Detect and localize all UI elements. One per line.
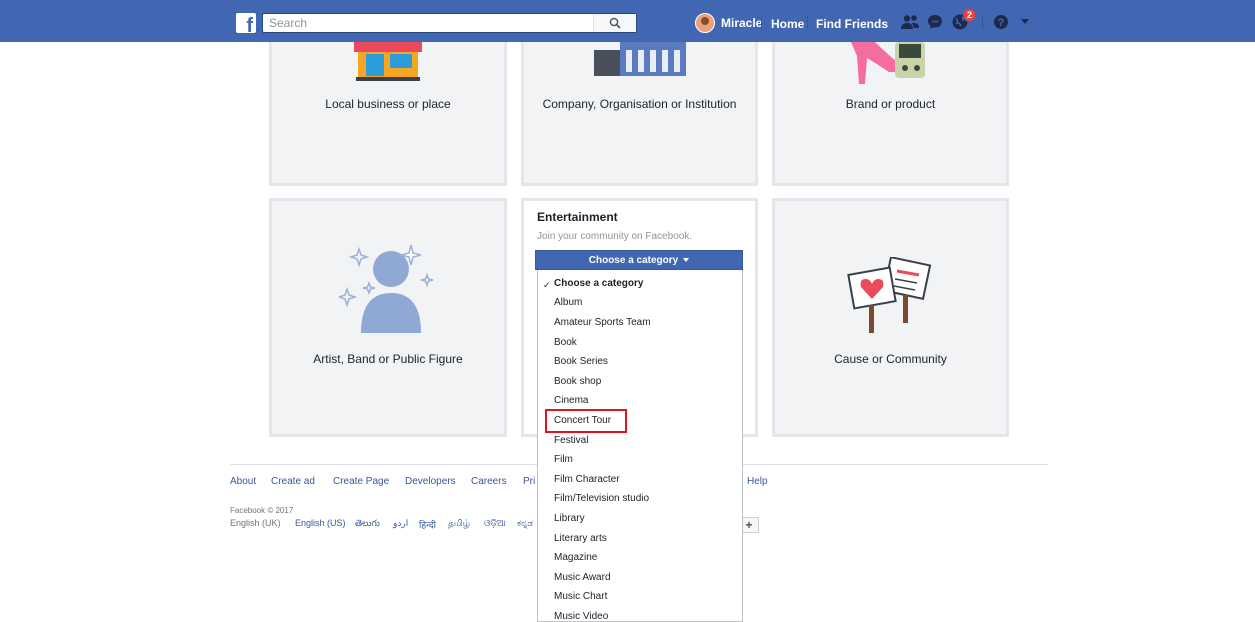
avatar xyxy=(695,13,715,33)
dropdown-option[interactable]: Choose a category xyxy=(554,277,643,291)
dropdown-option[interactable]: Music Award xyxy=(554,571,611,585)
nav-divider xyxy=(982,15,983,29)
caret-down-icon xyxy=(1021,19,1029,24)
profile-link[interactable]: Miracle xyxy=(695,11,762,35)
friends-icon xyxy=(901,15,919,29)
highlight-annotation xyxy=(545,409,627,433)
choose-category-button[interactable]: Choose a category xyxy=(535,250,743,270)
dropdown-option[interactable]: Festival xyxy=(554,434,588,448)
dropdown-option[interactable]: Book shop xyxy=(554,375,601,389)
language-link[interactable]: ଓଡ଼ିଆ xyxy=(484,518,506,529)
footer-link-developers[interactable]: Developers xyxy=(405,476,456,487)
card-label: Artist, Band or Public Figure xyxy=(313,352,463,366)
card-local-business[interactable]: Local business or place xyxy=(269,42,507,186)
dropdown-option[interactable]: Library xyxy=(554,512,585,526)
search-icon xyxy=(609,17,621,29)
dropdown-option[interactable]: Film Character xyxy=(554,473,620,487)
footer-copyright: Facebook © 2017 xyxy=(230,506,294,515)
footer-link-careers[interactable]: Careers xyxy=(471,476,507,487)
dropdown-option[interactable]: Book xyxy=(554,336,577,350)
language-link[interactable]: ಕನ್ನಡ xyxy=(517,518,533,529)
entertainment-subtitle: Join your community on Facebook. xyxy=(537,231,693,242)
dropdown-option[interactable]: Amateur Sports Team xyxy=(554,316,651,330)
card-label: Local business or place xyxy=(325,97,451,111)
language-link[interactable]: اردو xyxy=(393,518,408,529)
protest-signs-icon xyxy=(847,257,932,333)
find-friends-link[interactable]: Find Friends xyxy=(816,17,888,31)
nav-divider xyxy=(807,15,808,29)
dropdown-option[interactable]: Album xyxy=(554,296,582,310)
home-link[interactable]: Home xyxy=(771,17,804,31)
checkmark-icon: ✓ xyxy=(543,280,551,290)
language-link[interactable]: English (US) xyxy=(295,518,346,528)
nav-divider xyxy=(761,15,762,29)
choose-category-label: Choose a category xyxy=(588,254,679,266)
friend-requests-button[interactable] xyxy=(900,13,920,31)
help-icon: ? xyxy=(994,15,1008,29)
shoe-and-gamepad-icon xyxy=(851,42,925,84)
facebook-logo[interactable]: f xyxy=(236,13,256,37)
dropdown-option[interactable]: Literary arts xyxy=(554,532,607,546)
search-box xyxy=(262,13,637,33)
notification-badge: 2 xyxy=(962,8,976,22)
dropdown-option[interactable]: Magazine xyxy=(554,551,597,565)
profile-name: Miracle xyxy=(721,16,763,30)
messages-button[interactable] xyxy=(925,13,945,31)
card-cause[interactable]: Cause or Community xyxy=(772,198,1009,437)
dropdown-option[interactable]: Cinema xyxy=(554,394,588,408)
language-link[interactable]: தமிழ் xyxy=(448,518,470,530)
search-button[interactable] xyxy=(593,14,636,32)
card-label: Cause or Community xyxy=(834,352,947,366)
messenger-icon xyxy=(928,15,942,29)
dropdown-option[interactable]: Book Series xyxy=(554,355,608,369)
public-figure-icon xyxy=(339,244,434,333)
dropdown-option[interactable]: Film xyxy=(554,453,573,467)
dropdown-option[interactable]: Music Video xyxy=(554,610,608,621)
footer-link-about[interactable]: About xyxy=(230,476,256,487)
card-artist[interactable]: Artist, Band or Public Figure xyxy=(269,198,507,437)
card-company[interactable]: Company, Organisation or Institution xyxy=(521,42,758,186)
help-button[interactable]: ? xyxy=(991,13,1011,31)
building-icon xyxy=(594,42,686,76)
card-brand[interactable]: Brand or product xyxy=(772,42,1009,186)
svg-text:?: ? xyxy=(998,17,1005,29)
account-menu-button[interactable] xyxy=(1015,13,1035,31)
storefront-icon xyxy=(354,42,422,81)
top-navigation-bar: f Miracle Home Find Friends 2 ? xyxy=(0,0,1255,42)
language-link[interactable]: తెలుగు xyxy=(355,518,380,531)
notifications-button[interactable]: 2 xyxy=(950,8,976,31)
category-dropdown: ✓ Choose a category Album Amateur Sports… xyxy=(537,270,743,622)
entertainment-title: Entertainment xyxy=(537,210,618,224)
facebook-logo-letter: f xyxy=(246,15,253,37)
language-link[interactable]: हिन्दी xyxy=(419,518,436,531)
card-label: Company, Organisation or Institution xyxy=(542,97,737,111)
dropdown-option[interactable]: Music Chart xyxy=(554,590,607,604)
footer-link-help[interactable]: Help xyxy=(747,476,768,487)
footer-link-create-ad[interactable]: Create ad xyxy=(271,476,315,487)
footer-link-create-page[interactable]: Create Page xyxy=(333,476,389,487)
language-current: English (UK) xyxy=(230,518,281,528)
caret-down-icon xyxy=(683,258,690,262)
card-label: Brand or product xyxy=(845,97,936,111)
search-input[interactable] xyxy=(263,14,599,32)
dropdown-option[interactable]: Film/Television studio xyxy=(554,492,649,506)
footer-link-privacy[interactable]: Pri xyxy=(523,476,535,487)
